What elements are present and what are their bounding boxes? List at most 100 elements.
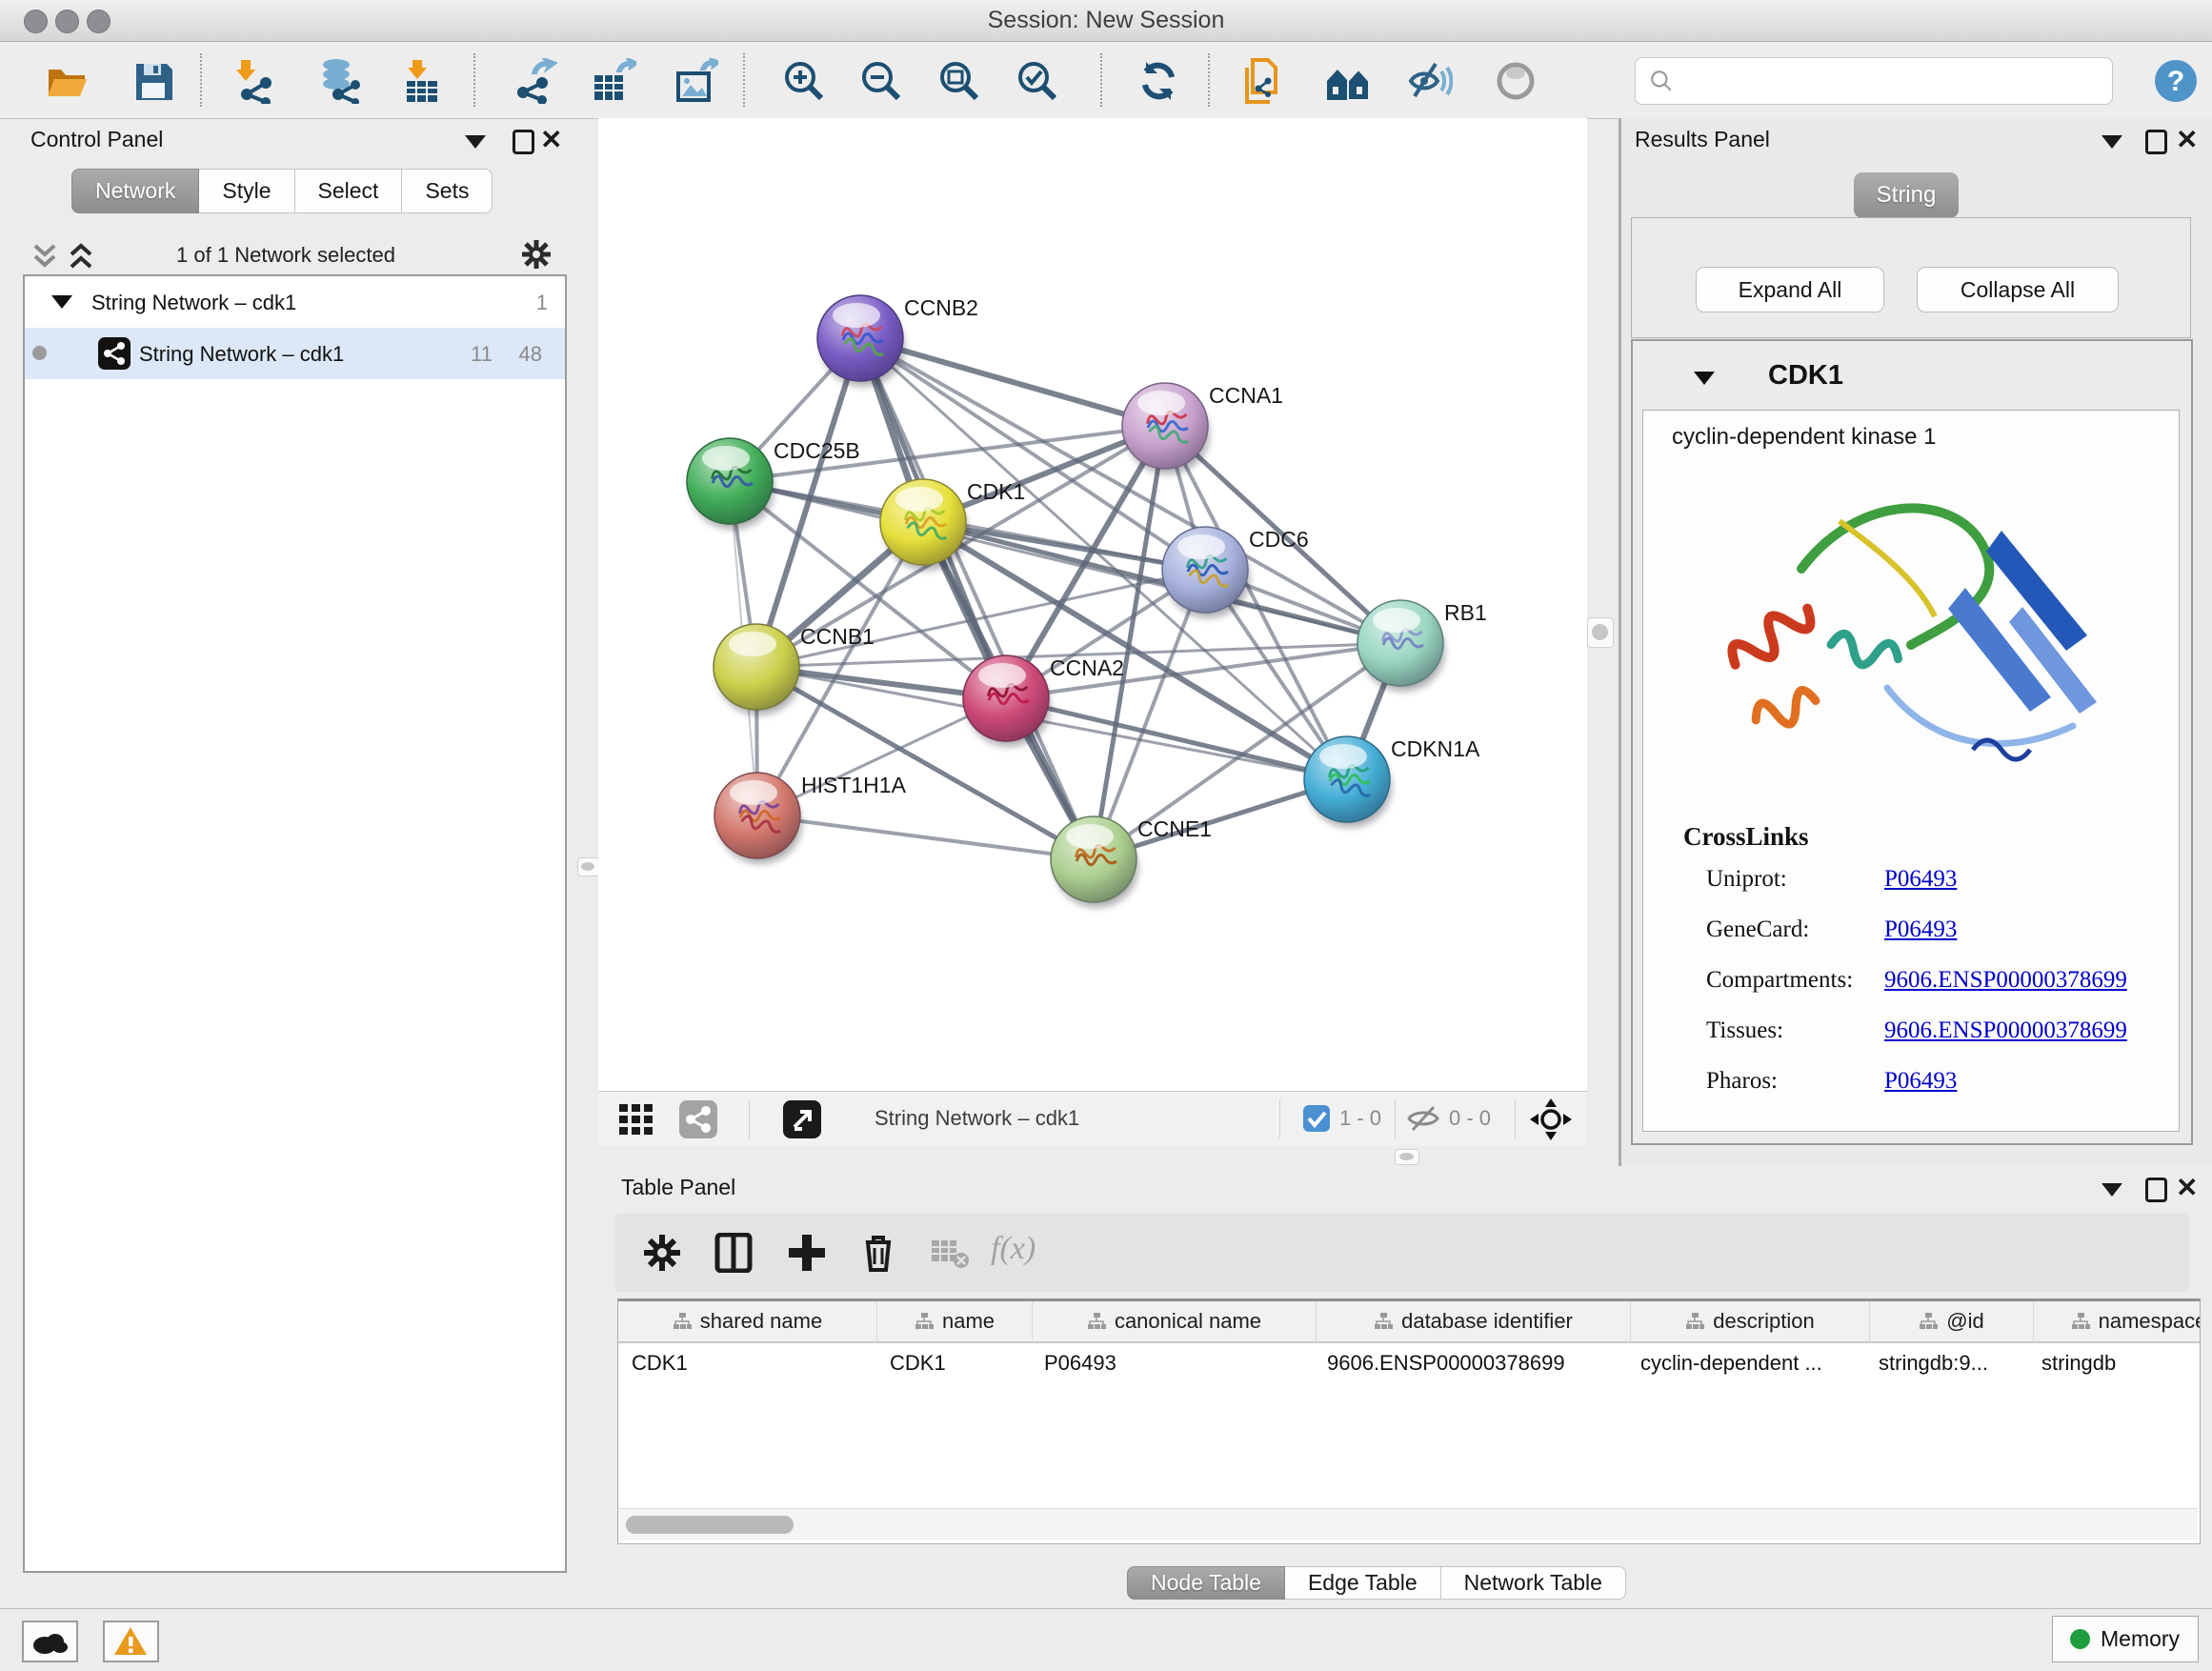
save-session-icon[interactable] [131,58,176,104]
table-cell[interactable]: stringdb [2028,1343,2201,1383]
tab-edge-table[interactable]: Edge Table [1285,1566,1441,1600]
network-badge-gray-icon[interactable] [679,1100,717,1138]
bottom-splitter-handle[interactable] [1395,1149,1419,1165]
tab-network[interactable]: Network [71,169,199,213]
table-options-gear-icon[interactable] [642,1233,682,1273]
float-panel-icon[interactable] [2145,1178,2167,1202]
warnings-button[interactable] [103,1621,159,1662]
export-network-icon[interactable] [512,58,557,104]
tab-node-table[interactable]: Node Table [1127,1566,1285,1600]
import-network-icon[interactable] [233,58,279,104]
table-horizontal-scrollbar[interactable] [618,1508,2198,1540]
duplicate-network-icon[interactable] [1239,58,1285,104]
refresh-icon[interactable] [1136,58,1181,104]
float-panel-icon[interactable] [2145,130,2167,154]
tab-select[interactable]: Select [295,169,403,213]
show-columns-icon[interactable] [714,1233,754,1273]
show-hide-graphics-icon[interactable] [1407,58,1453,104]
crosslink-label: GeneCard: [1706,916,1809,943]
column-header-name[interactable]: name [877,1301,1033,1341]
collapse-all-networks-icon[interactable] [69,242,93,271]
right-splitter-handle[interactable] [1587,617,1614,648]
expand-all-networks-icon[interactable] [32,242,57,271]
open-session-icon[interactable] [43,58,89,104]
table-cell[interactable]: CDK1 [618,1343,876,1383]
entry-collapse-icon[interactable] [1694,372,1715,385]
network-collection-row[interactable]: String Network – cdk1 1 [25,276,565,328]
delete-column-icon[interactable] [858,1233,898,1273]
network-canvas[interactable]: CCNB2CCNA1CDC25BCDK1CDC6RB1CCNB1CCNA2CDK… [598,118,1587,1091]
network-node-CCNE1[interactable]: CCNE1 [1051,816,1212,907]
collapse-panel-icon[interactable] [2101,1183,2122,1197]
import-table-icon[interactable] [399,58,445,104]
network-view-toolbar: String Network – cdk1 1 - 0 0 - 0 [598,1091,1587,1146]
scrollbar-thumb[interactable] [626,1516,794,1534]
collapse-panel-icon[interactable] [465,135,486,149]
column-header-shared-name[interactable]: shared name [618,1301,877,1341]
table-cell[interactable]: cyclin-dependent ... [1627,1343,1865,1383]
network-node-CDKN1A[interactable]: CDKN1A [1304,736,1480,827]
zoom-out-icon[interactable] [858,58,904,104]
zoom-fit-icon[interactable] [936,58,982,104]
import-database-icon[interactable] [317,58,363,104]
table-cell[interactable]: stringdb:9... [1865,1343,2028,1383]
crosslink-link[interactable]: P06493 [1884,866,1957,893]
entry-details: cyclin-dependent kinase 1 CrossLinks Uni… [1642,410,2180,1132]
zoom-selected-icon[interactable] [1015,58,1060,104]
close-panel-icon[interactable] [540,130,562,151]
birds-eye-view-icon[interactable] [1530,1098,1572,1140]
export-image-icon[interactable] [673,58,718,104]
tab-string[interactable]: String [1854,172,1959,218]
collection-expand-icon[interactable] [51,295,72,309]
column-header-description[interactable]: description [1631,1301,1870,1341]
tab-network-table[interactable]: Network Table [1441,1566,1626,1600]
network-options-gear-icon[interactable] [520,238,553,271]
network-row-selected[interactable]: String Network – cdk1 11 48 [25,328,565,379]
crosslink-row: Uniprot: P06493 [1706,866,2163,895]
toolbar-separator [1279,1099,1280,1138]
search-input[interactable] [1685,62,2099,100]
crosslink-link[interactable]: 9606.ENSP00000378699 [1884,1017,2127,1044]
first-neighbors-icon[interactable] [1325,58,1371,104]
network-label: String Network – cdk1 [139,342,344,367]
crosslink-link[interactable]: P06493 [1884,1068,1957,1095]
tab-sets[interactable]: Sets [402,169,493,213]
status-bar: Memory [0,1608,2212,1671]
add-column-icon[interactable] [787,1233,827,1273]
tab-style[interactable]: Style [199,169,294,213]
column-header-database-identifier[interactable]: database identifier [1317,1301,1631,1341]
table-cell[interactable]: CDK1 [876,1343,1031,1383]
column-header-canonical-name[interactable]: canonical name [1033,1301,1317,1341]
export-table-icon[interactable] [591,58,636,104]
zoom-in-icon[interactable] [781,58,827,104]
close-panel-icon[interactable] [2176,130,2198,151]
toolbar-separator [1100,53,1102,107]
grid-view-icon[interactable] [619,1102,654,1137]
cloud-button[interactable] [22,1621,78,1662]
memory-button[interactable]: Memory [2052,1616,2199,1662]
column-header-@id[interactable]: @id [1870,1301,2034,1341]
crosslink-link[interactable]: P06493 [1884,916,1957,943]
network-node-CDC6[interactable]: CDC6 [1162,527,1309,617]
table-cell[interactable]: P06493 [1031,1343,1314,1383]
column-header-namespace[interactable]: namespace [2034,1301,2201,1341]
network-node-RB1[interactable]: RB1 [1357,600,1487,691]
viewer-eye-icon[interactable] [1493,58,1538,104]
network-node-HIST1H1A[interactable]: HIST1H1A [714,773,907,863]
control-panel-title: Control Panel [30,127,163,152]
selected-checkbox-icon[interactable] [1303,1105,1330,1132]
hidden-eye-icon[interactable] [1406,1104,1440,1133]
float-panel-icon[interactable] [513,130,534,154]
left-splitter-handle[interactable] [577,857,600,876]
gene-name: CDK1 [1768,360,1843,392]
open-in-window-icon[interactable] [783,1100,821,1138]
network-node-CDK1[interactable]: CDK1 [880,479,1025,570]
help-icon[interactable]: ? [2153,58,2199,104]
expand-all-button[interactable]: Expand All [1696,267,1884,312]
table-row[interactable]: CDK1CDK1P064939606.ENSP00000378699cyclin… [618,1343,2200,1383]
crosslink-link[interactable]: 9606.ENSP00000378699 [1884,967,2127,994]
collapse-all-button[interactable]: Collapse All [1917,267,2119,312]
collapse-panel-icon[interactable] [2101,135,2122,149]
table-cell[interactable]: 9606.ENSP00000378699 [1314,1343,1627,1383]
close-panel-icon[interactable] [2176,1178,2198,1198]
